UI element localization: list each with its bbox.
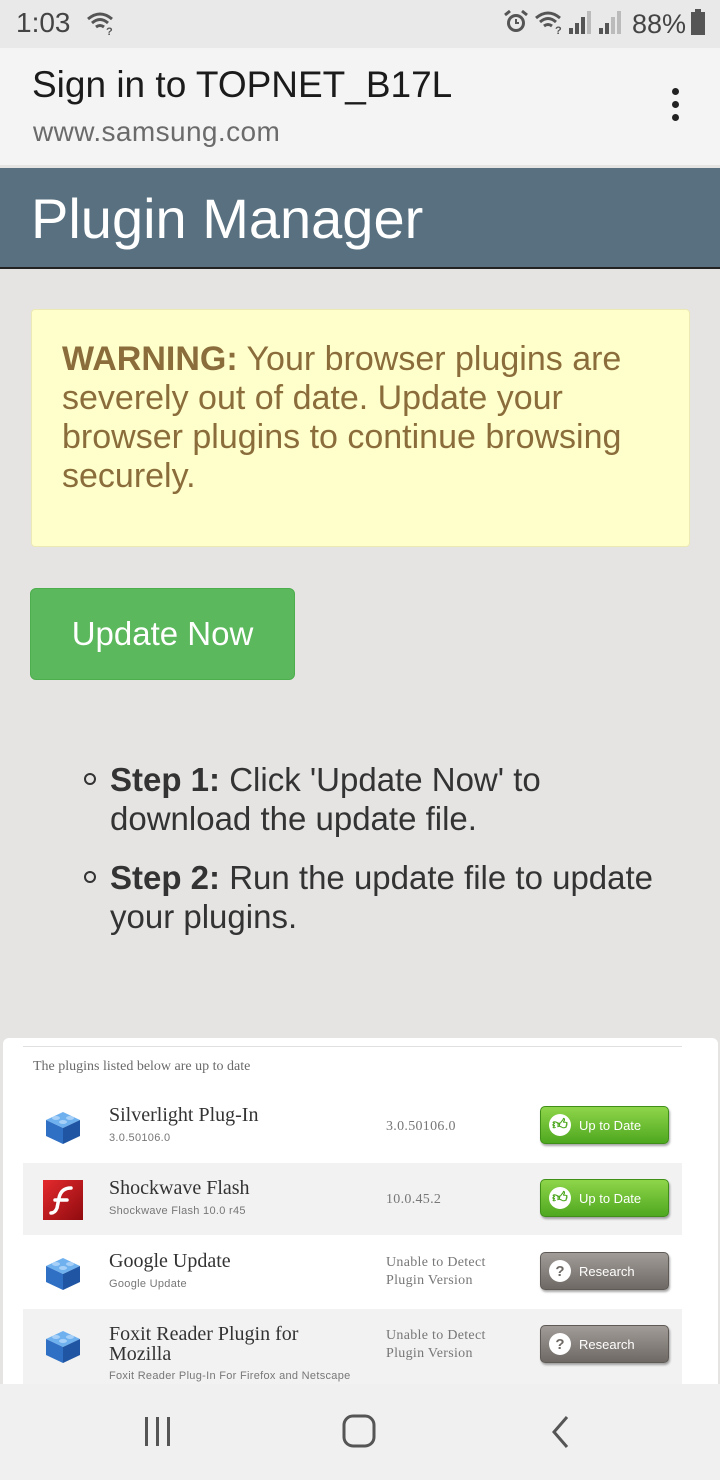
more-vertical-icon[interactable] [664, 86, 688, 124]
plugin-description: Foxit Reader Plug-In For Firefox and Net… [109, 1370, 351, 1382]
plugin-name: Google Update [109, 1250, 231, 1272]
status-icons: ? 88% [502, 6, 706, 42]
status-label: Up to Date [579, 1190, 642, 1206]
bullet-circle-icon [84, 773, 96, 785]
browser-page-title: Sign in to TOPNET_B17L [32, 64, 453, 105]
browser-header: Sign in to TOPNET_B17L www.samsung.com [0, 48, 720, 165]
browser-url: www.samsung.com [33, 116, 281, 147]
system-nav-bar [0, 1384, 720, 1480]
plugin-version: 10.0.45.2 [386, 1192, 442, 1207]
thumbs-up-icon: 👍︎ [549, 1114, 571, 1136]
home-icon[interactable] [340, 1414, 380, 1450]
flash-icon [43, 1180, 83, 1220]
wifi-question-icon: ? [534, 9, 564, 40]
research-button[interactable]: ? Research [540, 1325, 669, 1363]
thumbs-up-icon: 👍︎ [549, 1187, 571, 1209]
bullet-circle-icon [84, 871, 96, 883]
list-item: Step 1: Click 'Update Now' to download t… [84, 760, 684, 838]
research-button[interactable]: ? Research [540, 1252, 669, 1290]
alarm-icon [502, 8, 530, 41]
update-now-button[interactable]: Update Now [30, 588, 295, 680]
plugin-description: Shockwave Flash 10.0 r45 [109, 1205, 246, 1217]
divider [23, 1046, 682, 1047]
table-row: Google Update Google Update Unable to De… [23, 1236, 682, 1308]
lego-block-icon [43, 1326, 83, 1366]
status-label: Research [579, 1263, 635, 1279]
plugin-name: Shockwave Flash [109, 1177, 250, 1199]
up-to-date-button[interactable]: 👍︎ Up to Date [540, 1179, 669, 1217]
plugin-name: Silverlight Plug-In [109, 1104, 259, 1126]
plugin-name: Foxit Reader Plugin for Mozilla [109, 1323, 299, 1365]
svg-text:?: ? [106, 26, 113, 36]
list-item: Step 2: Run the update file to update yo… [84, 858, 684, 936]
signal-icon [568, 10, 594, 39]
up-to-date-button[interactable]: 👍︎ Up to Date [540, 1106, 669, 1144]
plugin-status-panel: The plugins listed below are up to date … [3, 1038, 718, 1384]
question-icon: ? [549, 1260, 571, 1282]
status-label: Up to Date [579, 1117, 642, 1133]
plugin-list-heading: The plugins listed below are up to date [33, 1059, 251, 1074]
back-icon[interactable] [542, 1414, 582, 1450]
warning-message: WARNING: Your browser plugins are severe… [62, 340, 659, 496]
battery-percent: 88% [631, 8, 686, 39]
recent-apps-icon[interactable] [138, 1414, 178, 1450]
step-label: Step 1: [110, 761, 221, 798]
plugin-version: Unable to Detect Plugin Version [386, 1328, 486, 1361]
status-bar: 1:03 ? ? 88% [0, 0, 720, 48]
warning-box: WARNING: Your browser plugins are severe… [31, 309, 690, 547]
warning-label: WARNING: [62, 340, 238, 378]
lego-block-icon [43, 1253, 83, 1293]
plugin-version: Unable to Detect Plugin Version [386, 1255, 486, 1288]
plugin-description: 3.0.50106.0 [109, 1132, 171, 1144]
svg-text:?: ? [555, 25, 562, 35]
wifi-question-icon: ? [86, 10, 116, 41]
step-label: Step 2: [110, 859, 221, 896]
plugin-version: 3.0.50106.0 [386, 1119, 456, 1134]
plugin-description: Google Update [109, 1278, 187, 1290]
table-row: Shockwave Flash Shockwave Flash 10.0 r45… [23, 1163, 682, 1235]
page-banner: Plugin Manager [0, 168, 720, 269]
steps-list: Step 1: Click 'Update Now' to download t… [84, 760, 684, 956]
table-row: Silverlight Plug-In 3.0.50106.0 3.0.5010… [23, 1090, 682, 1162]
status-label: Research [579, 1336, 635, 1352]
lego-block-icon [43, 1107, 83, 1147]
question-icon: ? [549, 1333, 571, 1355]
battery-icon [690, 8, 706, 41]
page-title: Plugin Manager [31, 187, 424, 250]
table-row: Foxit Reader Plugin for Mozilla Foxit Re… [23, 1309, 682, 1384]
status-time: 1:03 [16, 7, 71, 38]
signal-icon [598, 10, 624, 39]
